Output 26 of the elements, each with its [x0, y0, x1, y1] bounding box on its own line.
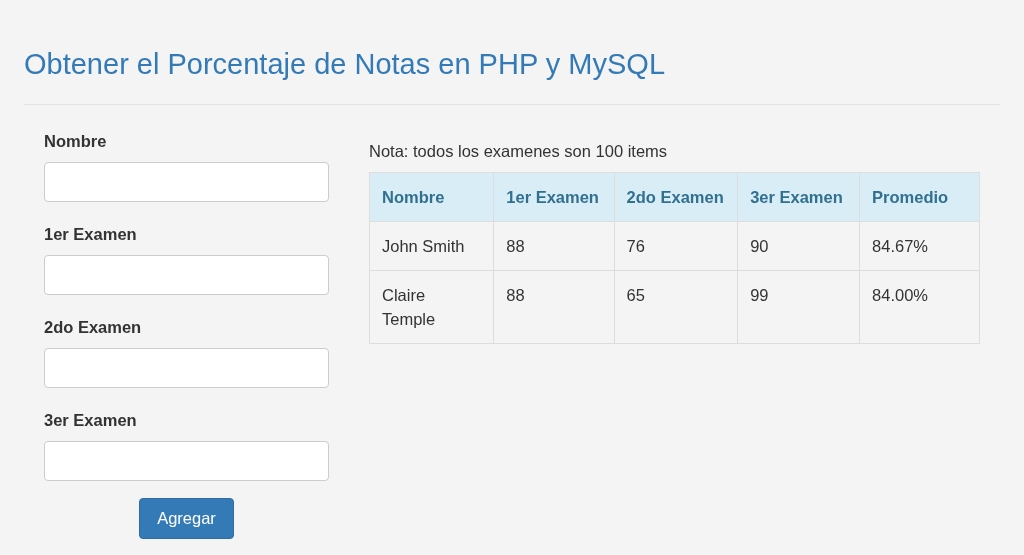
input-field[interactable] — [44, 255, 329, 295]
column-header: 2do Examen — [614, 172, 738, 222]
table-cell: 76 — [614, 221, 738, 271]
table-cell: Claire Temple — [369, 270, 494, 344]
column-header: 3er Examen — [737, 172, 860, 222]
note-text: Nota: todos los examenes son 100 items — [369, 142, 669, 161]
table-cell: 65 — [614, 270, 738, 344]
table-cell: 84.67% — [859, 221, 980, 271]
field-label: Nombre — [44, 132, 108, 151]
page-title: Obtener el Porcentaje de Notas en PHP y MySQL — [24, 47, 667, 82]
add-button[interactable]: Agregar — [139, 498, 234, 539]
table-cell: 90 — [737, 221, 860, 271]
table-cell: 88 — [493, 270, 615, 344]
column-header: Nombre — [369, 172, 494, 222]
table-cell: 84.00% — [859, 270, 980, 344]
input-field[interactable] — [44, 162, 329, 202]
table-cell: John Smith — [369, 221, 494, 271]
field-label: 1er Examen — [44, 225, 138, 244]
input-field[interactable] — [44, 348, 329, 388]
field-label: 3er Examen — [44, 411, 138, 430]
field-label: 2do Examen — [44, 318, 143, 337]
table-cell: 99 — [737, 270, 860, 344]
column-header: 1er Examen — [493, 172, 615, 222]
table-cell: 88 — [493, 221, 615, 271]
column-header: Promedio — [859, 172, 980, 222]
input-field[interactable] — [44, 441, 329, 481]
